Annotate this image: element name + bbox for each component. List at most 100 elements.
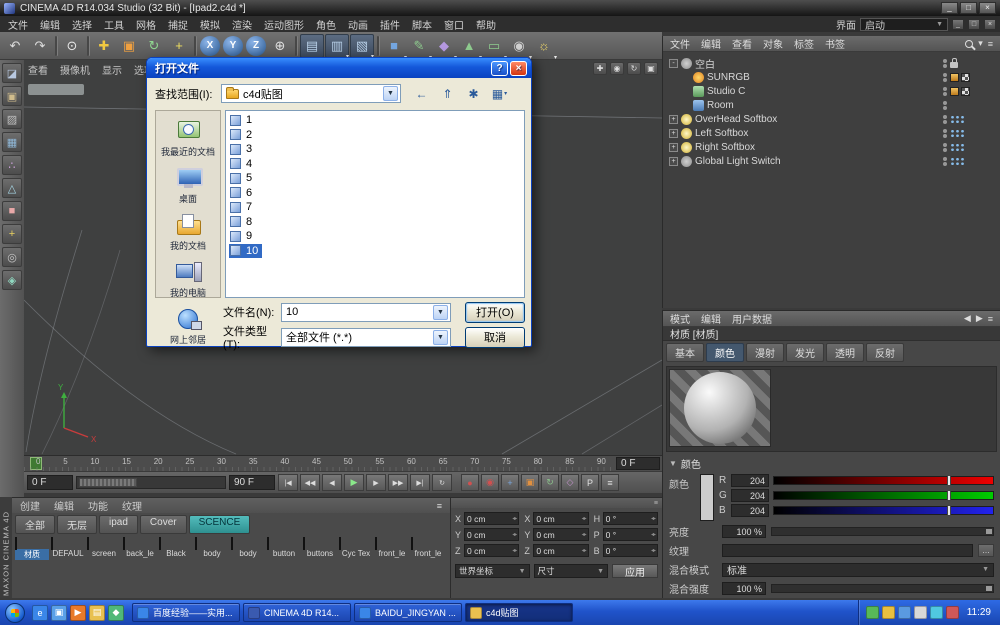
slider-knob[interactable] xyxy=(986,586,992,591)
material-channel-tab[interactable]: 基本 xyxy=(666,343,704,362)
material-item[interactable]: buttons xyxy=(303,538,337,560)
menu-item[interactable]: 插件 xyxy=(374,17,406,32)
panel-menu-icon[interactable]: ≡ xyxy=(988,314,993,324)
close-button[interactable]: × xyxy=(979,2,996,14)
material-item[interactable]: DEFAUL xyxy=(51,538,85,560)
tray-antivirus-icon[interactable] xyxy=(866,606,879,619)
layout-select[interactable]: 启动 ▼ xyxy=(860,18,948,31)
file-item[interactable]: 3 xyxy=(229,142,256,157)
channel-slider[interactable] xyxy=(773,506,994,515)
object-menu-item[interactable]: 标签 xyxy=(794,36,814,51)
attribute-menu-item[interactable]: 用户数据 xyxy=(732,311,772,326)
model-mode-icon[interactable]: ▣ xyxy=(2,86,22,106)
blend-strength-value-field[interactable]: 100 % xyxy=(722,582,766,595)
color-swatch[interactable] xyxy=(700,474,714,521)
view-menu-button[interactable]: ▦ xyxy=(489,84,510,103)
channel-slider[interactable] xyxy=(773,476,994,485)
空白[interactable]: - 空白 xyxy=(665,56,998,70)
add-cube-icon[interactable]: ■ xyxy=(382,34,406,58)
SUNRGB[interactable]: SUNRGB xyxy=(665,70,998,84)
toolbar-separator[interactable] xyxy=(55,36,57,56)
filter-icon[interactable]: ▾ xyxy=(978,38,983,49)
expand-toggle-icon[interactable]: + xyxy=(669,129,678,138)
workplane-mode-icon[interactable]: ▦ xyxy=(2,132,22,152)
tray-volume-icon[interactable] xyxy=(914,606,927,619)
menu-item[interactable]: 运动图形 xyxy=(258,17,310,32)
file-item[interactable]: 10 xyxy=(229,244,262,259)
prev-key-button[interactable]: ◀◀ xyxy=(300,474,320,491)
dialog-title-bar[interactable]: 打开文件 ? × xyxy=(147,58,531,78)
edges-mode-icon[interactable]: △ xyxy=(2,178,22,198)
object-name[interactable]: Room xyxy=(707,100,734,111)
zoom-view-icon[interactable]: ◉ xyxy=(610,62,624,75)
OverHead Softbox[interactable]: + OverHead Softbox xyxy=(665,112,998,126)
attribute-menu-item[interactable]: 模式 xyxy=(670,311,690,326)
minimize-button[interactable]: _ xyxy=(941,2,958,14)
object-menu-item[interactable]: 书签 xyxy=(825,36,845,51)
spinner-arrows-icon[interactable]: ◂▸ xyxy=(651,515,655,522)
material-item[interactable]: 材质 xyxy=(15,538,49,560)
goto-start-button[interactable]: |◀ xyxy=(278,474,298,491)
render-picture-viewer-icon[interactable]: ▥ xyxy=(325,34,349,58)
look-in-select[interactable]: c4d贴图 ▼ xyxy=(221,84,401,103)
spinner-arrows-icon[interactable]: ◂▸ xyxy=(582,515,586,522)
record-position-toggle[interactable]: + xyxy=(501,474,519,491)
loop-button[interactable]: ↻ xyxy=(432,474,452,491)
lock-z-axis-icon[interactable]: Z xyxy=(246,36,266,56)
Left Softbox[interactable]: + Left Softbox xyxy=(665,126,998,140)
material-item[interactable]: screen xyxy=(87,538,121,560)
menu-item[interactable]: 角色 xyxy=(310,17,342,32)
spinner-arrows-icon[interactable]: ◂▸ xyxy=(651,531,655,538)
place-desktop[interactable]: 桌面 xyxy=(173,163,203,207)
viewport-menu-item[interactable]: 摄像机 xyxy=(60,62,90,77)
lock-x-axis-icon[interactable]: X xyxy=(200,36,220,56)
polygons-mode-icon[interactable]: ■ xyxy=(2,201,22,221)
add-spline-icon[interactable]: ✎ xyxy=(407,34,431,58)
toolbar-separator[interactable] xyxy=(295,36,297,56)
spinner-arrows-icon[interactable]: ◂▸ xyxy=(512,531,516,538)
coordinate-input[interactable]: 0 cm ◂▸ xyxy=(464,512,519,525)
history-forward-icon[interactable]: ▶ xyxy=(976,313,983,324)
history-back-icon[interactable]: ◀ xyxy=(964,313,971,324)
new-folder-button[interactable]: ✱ xyxy=(463,84,484,103)
preview-range-slider[interactable] xyxy=(76,476,226,489)
tray-network-icon[interactable] xyxy=(898,606,911,619)
apply-button[interactable]: 应用 xyxy=(612,564,658,578)
material-thumbnail[interactable] xyxy=(267,537,269,550)
chevron-down-icon[interactable]: ▼ xyxy=(433,330,448,345)
file-item[interactable]: 9 xyxy=(229,229,256,244)
record-parameter-toggle[interactable]: ◇ xyxy=(561,474,579,491)
channel-slider[interactable] xyxy=(773,491,994,500)
size-mode-select[interactable]: 尺寸 ▼ xyxy=(534,564,609,578)
material-item[interactable]: back_le xyxy=(123,538,157,560)
doc-close-button[interactable]: × xyxy=(984,19,996,30)
place-my-documents[interactable]: 我的文档 xyxy=(170,210,206,254)
file-type-select[interactable]: 全部文件 (*.*) ▼ xyxy=(281,328,451,347)
texture-browse-button[interactable]: … xyxy=(978,544,994,557)
menu-item[interactable]: 编辑 xyxy=(34,17,66,32)
coordinate-input[interactable]: 0 cm ◂▸ xyxy=(533,512,588,525)
record-keyframe-button[interactable]: ● xyxy=(461,474,479,491)
object-tags[interactable] xyxy=(950,87,994,96)
expand-toggle-icon[interactable]: - xyxy=(669,59,678,68)
visibility-dots-icon[interactable] xyxy=(943,129,947,138)
material-thumbnail[interactable] xyxy=(15,537,17,550)
solo-mode-icon[interactable]: ◎ xyxy=(2,247,22,267)
material-item[interactable]: body xyxy=(195,538,229,560)
tray-messenger-icon[interactable] xyxy=(930,606,943,619)
spinner-arrows-icon[interactable]: ◂▸ xyxy=(582,547,586,554)
visibility-dots-icon[interactable] xyxy=(943,157,947,166)
record-scale-toggle[interactable]: ▣ xyxy=(521,474,539,491)
file-list[interactable]: 1 2 3 4 5 6 xyxy=(225,110,525,298)
play-button[interactable]: ▶ xyxy=(344,474,364,491)
blend-strength-slider[interactable] xyxy=(771,584,994,593)
axis-mode-icon[interactable]: + xyxy=(2,224,22,244)
coordinate-system-select[interactable]: 世界坐标 ▼ xyxy=(455,564,530,578)
render-view-icon[interactable]: ▤ xyxy=(300,34,324,58)
file-item[interactable]: 2 xyxy=(229,128,256,143)
material-layer-tab[interactable]: SCENCE xyxy=(189,515,251,534)
expand-toggle-icon[interactable]: + xyxy=(669,115,678,124)
visibility-dots-icon[interactable] xyxy=(943,87,947,96)
material-menu-item[interactable]: 编辑 xyxy=(54,498,74,513)
visibility-dots-icon[interactable] xyxy=(943,115,947,124)
